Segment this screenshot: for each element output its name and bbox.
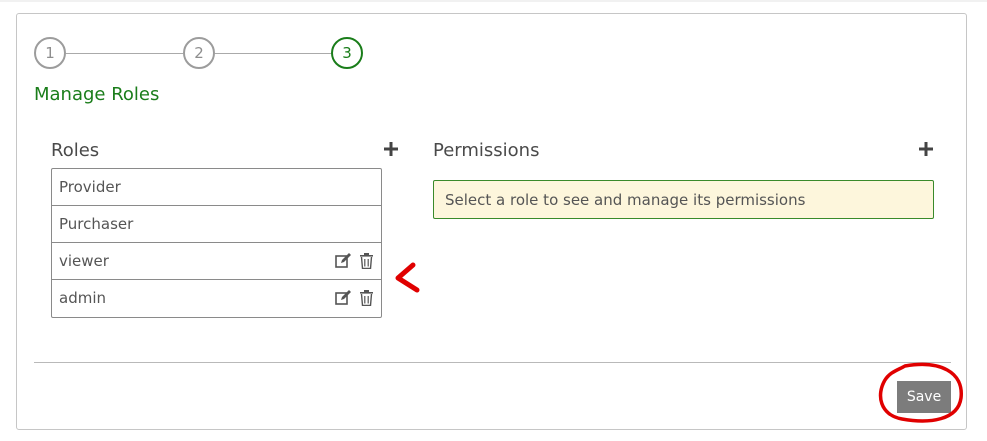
save-button[interactable]: Save xyxy=(897,381,951,413)
role-actions xyxy=(335,280,373,316)
plus-icon xyxy=(919,142,933,156)
role-label: viewer xyxy=(59,252,109,270)
trash-icon[interactable] xyxy=(360,290,373,306)
plus-icon xyxy=(384,142,398,156)
permissions-empty-message: Select a role to see and manage its perm… xyxy=(433,180,934,219)
stepper-line-2-3 xyxy=(215,53,331,54)
step-1[interactable]: 1 xyxy=(34,37,66,69)
role-actions xyxy=(335,243,373,279)
role-item-viewer[interactable]: viewer xyxy=(52,243,381,280)
step-2[interactable]: 2 xyxy=(183,37,215,69)
trash-icon[interactable] xyxy=(360,253,373,269)
role-item-admin[interactable]: admin xyxy=(52,280,381,316)
role-label: admin xyxy=(59,289,106,307)
role-label: Purchaser xyxy=(59,215,134,233)
add-role-button[interactable] xyxy=(380,138,402,160)
top-divider xyxy=(0,0,987,2)
add-permission-button[interactable] xyxy=(915,138,937,160)
page-title: Manage Roles xyxy=(34,84,160,105)
edit-icon[interactable] xyxy=(335,290,352,306)
role-label: Provider xyxy=(59,178,121,196)
role-item-purchaser[interactable]: Purchaser xyxy=(52,206,381,243)
permissions-placeholder-text: Select a role to see and manage its perm… xyxy=(445,190,806,209)
stepper-line-1-2 xyxy=(66,53,183,54)
roles-heading: Roles xyxy=(51,140,100,161)
step-3-number: 3 xyxy=(342,44,352,62)
edit-icon[interactable] xyxy=(335,253,352,269)
roles-list: Provider Purchaser viewer admin xyxy=(51,168,382,318)
role-item-provider[interactable]: Provider xyxy=(52,169,381,206)
step-3[interactable]: 3 xyxy=(331,37,363,69)
footer-divider xyxy=(34,362,951,363)
permissions-heading: Permissions xyxy=(433,140,540,161)
step-1-number: 1 xyxy=(45,44,55,62)
step-2-number: 2 xyxy=(194,44,204,62)
